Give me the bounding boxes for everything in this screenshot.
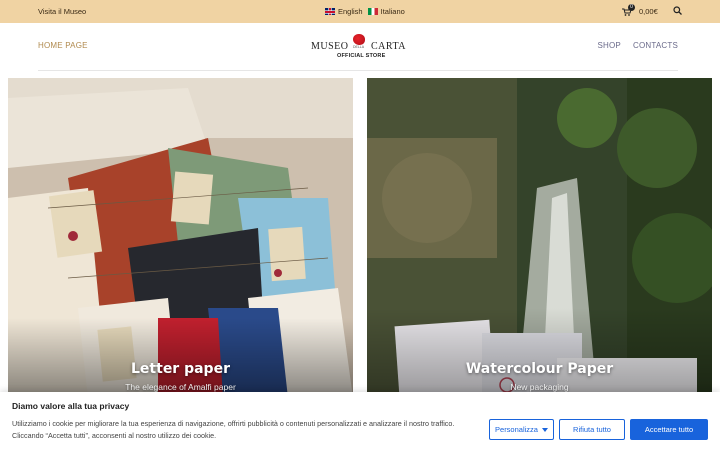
reject-all-button[interactable]: Rifiuta tutto <box>559 419 625 440</box>
cart-icon: 0 <box>622 4 635 16</box>
letter-paper-title: Letter paper <box>131 361 230 377</box>
top-bar: Visita il Museo English Italiano 0 0,00€ <box>0 0 720 23</box>
logo-word-della: DELLA <box>353 45 365 49</box>
language-italian-label: Italiano <box>380 7 405 16</box>
customize-button[interactable]: Personalizza <box>489 419 554 440</box>
main-nav: SHOP CONTACTS <box>598 41 679 50</box>
nav-contacts[interactable]: CONTACTS <box>633 41 678 50</box>
language-english[interactable]: English <box>325 7 363 16</box>
language-switcher: English Italiano <box>325 7 405 16</box>
main-header: HOME PAGE MUSEO DELLA CARTA OFFICIAL STO… <box>0 23 720 70</box>
italy-flag-icon <box>367 8 378 15</box>
cookie-title: Diamo valore alla tua privacy <box>12 401 130 411</box>
watercolour-paper-title: Watercolour Paper <box>465 361 614 377</box>
caret-down-icon <box>541 425 548 434</box>
nav-shop[interactable]: SHOP <box>598 41 621 50</box>
search-icon[interactable] <box>673 6 682 17</box>
museo-della-carta-logo[interactable]: MUSEO DELLA CARTA OFFICIAL STORE <box>311 33 411 63</box>
cart-total: 0,00€ <box>639 7 658 16</box>
cookie-text: Utilizziamo i cookie per migliorare la t… <box>12 419 455 440</box>
watercolour-paper-image <box>367 78 712 398</box>
logo-subtitle: OFFICIAL STORE <box>337 53 386 59</box>
language-english-label: English <box>338 7 363 16</box>
red-seal-icon <box>353 34 365 45</box>
language-italian[interactable]: Italiano <box>367 7 405 16</box>
letter-paper-image <box>8 78 353 398</box>
letter-paper-card[interactable]: Letter paper The elegance of Amalfi pape… <box>8 78 353 398</box>
cart-button[interactable]: 0 0,00€ <box>622 4 658 16</box>
accept-all-button[interactable]: Accettare tutto <box>630 419 708 440</box>
logo-word-carta: CARTA <box>371 41 406 52</box>
logo-word-museo: MUSEO <box>311 41 349 52</box>
watercolour-paper-card[interactable]: Watercolour Paper New packaging <box>367 78 712 398</box>
cookie-consent-banner: Diamo valore alla tua privacy Utilizziam… <box>0 392 720 450</box>
visit-museum-link[interactable]: Visita il Museo <box>38 7 86 16</box>
header-divider <box>38 70 678 71</box>
customize-label: Personalizza <box>495 425 538 434</box>
uk-flag-icon <box>325 8 335 15</box>
nav-home-page[interactable]: HOME PAGE <box>38 41 88 50</box>
letter-paper-subtitle: The elegance of Amalfi paper <box>125 382 236 392</box>
cart-count-badge: 0 <box>628 4 635 11</box>
watercolour-paper-subtitle: New packaging <box>510 382 569 392</box>
